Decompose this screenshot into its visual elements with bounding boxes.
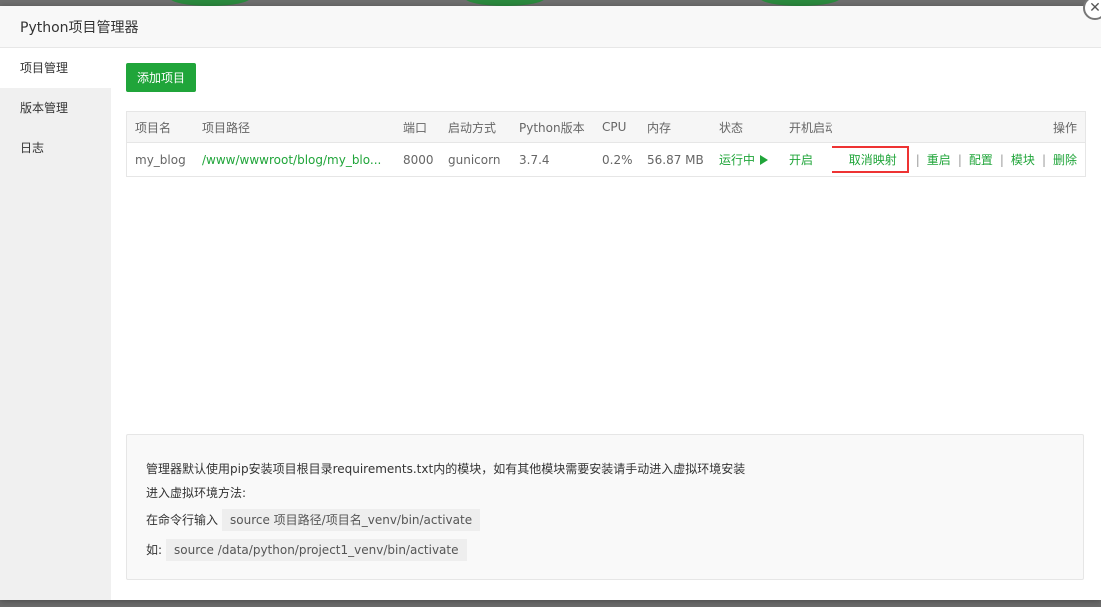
separator: | xyxy=(915,152,920,167)
add-project-button[interactable]: 添加项目 xyxy=(126,63,196,92)
background-overlay-bottom xyxy=(0,600,1101,607)
note-example-line: 如: source /data/python/project1_venv/bin/… xyxy=(146,535,1083,565)
note-line: 管理器默认使用pip安装项目根目录requirements.txt内的模块，如有… xyxy=(146,462,746,476)
boot-toggle[interactable]: 开启 xyxy=(789,151,813,168)
header-boot: 开机启动 xyxy=(789,120,832,135)
code-snippet: source 项目路径/项目名_venv/bin/activate xyxy=(222,509,481,531)
header-cpu: CPU xyxy=(602,120,627,134)
sidebar-item-version-management[interactable]: 版本管理 xyxy=(0,88,111,128)
unmap-highlight: 取消映射 xyxy=(832,146,909,173)
sidebar: 项目管理 版本管理 日志 xyxy=(0,48,111,600)
row-operations: 取消映射 | 重启 | 配置 | 模块 | 删除 xyxy=(832,143,1085,176)
restart-link[interactable]: 重启 xyxy=(927,151,951,168)
project-path-cell: /www/wwwroot/blog/my_blo... xyxy=(194,143,395,176)
main-content: 添加项目 项目名 项目路径 端口 启动方式 Python版本 CPU 内存 状态… xyxy=(126,48,1086,600)
project-path-link[interactable]: /www/wwwroot/blog/my_blo... xyxy=(202,153,387,167)
dialog-header: Python项目管理器 xyxy=(0,6,1101,48)
header-path: 项目路径 xyxy=(202,120,251,135)
dialog-title: Python项目管理器 xyxy=(20,19,139,36)
status-label: 运行中 xyxy=(719,153,756,167)
project-cpu: 0.2% xyxy=(602,152,633,167)
header-memory: 内存 xyxy=(647,120,672,135)
sidebar-item-project-management[interactable]: 项目管理 xyxy=(0,48,111,88)
module-link[interactable]: 模块 xyxy=(1011,151,1035,168)
header-operations: 操作 xyxy=(1052,120,1077,135)
sidebar-item-label: 版本管理 xyxy=(20,101,69,115)
header-port: 端口 xyxy=(403,120,428,135)
python-manager-dialog: Python项目管理器 ✕ 项目管理 版本管理 日志 添加项目 项目名 项目路径… xyxy=(0,0,1101,600)
separator: | xyxy=(1041,152,1046,167)
project-port: 8000 xyxy=(403,152,434,167)
project-python-version: 3.7.4 xyxy=(519,152,550,167)
sidebar-item-logs[interactable]: 日志 xyxy=(0,128,111,168)
project-status-toggle[interactable]: 运行中 xyxy=(711,143,781,176)
note-prefix: 在命令行输入 xyxy=(146,513,219,527)
config-link[interactable]: 配置 xyxy=(969,151,993,168)
header-name: 项目名 xyxy=(135,120,172,135)
unmap-link[interactable]: 取消映射 xyxy=(849,151,897,168)
note-prefix: 如: xyxy=(146,543,163,557)
separator: | xyxy=(999,152,1004,167)
help-note: 管理器默认使用pip安装项目根目录requirements.txt内的模块，如有… xyxy=(126,434,1084,580)
project-table: 项目名 项目路径 端口 启动方式 Python版本 CPU 内存 状态 开机启动… xyxy=(126,111,1086,177)
header-python-version: Python版本 xyxy=(519,120,585,135)
code-snippet: source /data/python/project1_venv/bin/ac… xyxy=(166,539,467,561)
header-mode: 启动方式 xyxy=(448,120,497,135)
note-line: 进入虚拟环境方法: xyxy=(146,486,247,500)
project-name: my_blog xyxy=(135,152,186,167)
table-header: 项目名 项目路径 端口 启动方式 Python版本 CPU 内存 状态 开机启动… xyxy=(127,112,1085,143)
header-status: 状态 xyxy=(719,120,744,135)
delete-link[interactable]: 删除 xyxy=(1053,151,1077,168)
separator: | xyxy=(957,152,962,167)
sidebar-item-label: 项目管理 xyxy=(20,61,69,75)
boot-cell: 开启 xyxy=(781,143,832,176)
project-mode: gunicorn xyxy=(448,152,501,167)
table-row: my_blog /www/wwwroot/blog/my_blo... 8000… xyxy=(127,143,1085,176)
note-command-line: 在命令行输入 source 项目路径/项目名_venv/bin/activate xyxy=(146,505,1083,535)
project-memory: 56.87 MB xyxy=(647,152,704,167)
play-icon xyxy=(760,154,769,165)
sidebar-item-label: 日志 xyxy=(20,141,45,155)
